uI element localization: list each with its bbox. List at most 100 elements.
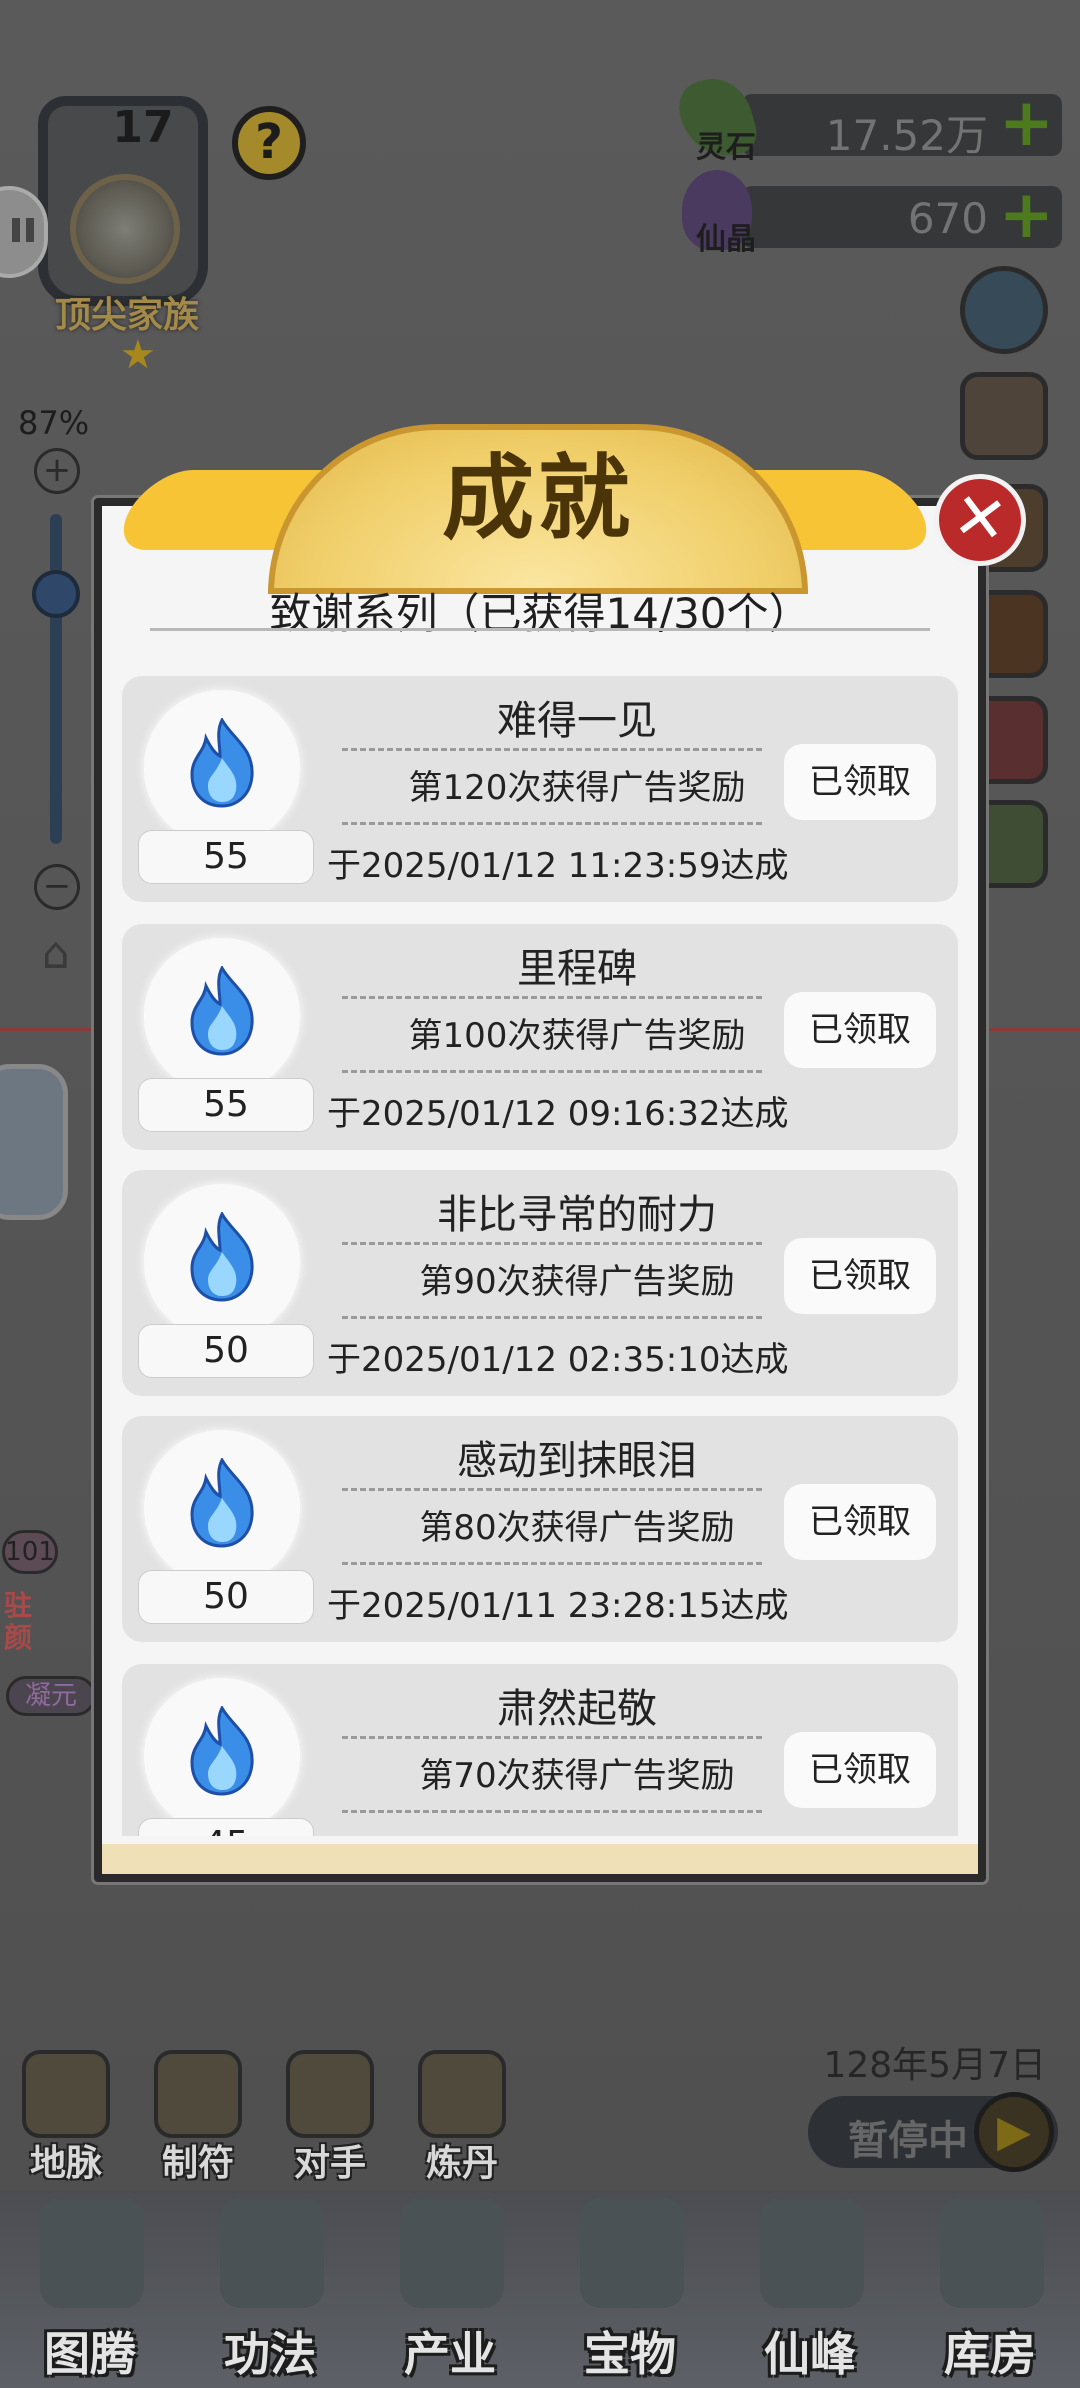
currency-label: 灵石 — [696, 130, 756, 165]
claimed-button[interactable]: 已领取 — [784, 1732, 936, 1808]
nav-label: 仙峰 — [764, 2327, 856, 2381]
treasure-icon — [580, 2198, 684, 2308]
divider — [342, 1488, 762, 1491]
currency-label: 仙晶 — [696, 222, 756, 257]
pause-control[interactable]: 暂停中 ▶ — [808, 2092, 1058, 2172]
achievement-card: 50 非比寻常的耐力 第90次获得广告奖励 于2025/01/12 02:35:… — [122, 1170, 958, 1396]
tool-bar: 地脉 制符 对手 炼丹 — [14, 2050, 514, 2184]
reward-quantity: 55 — [138, 1078, 314, 1132]
dialog-footer-band — [102, 1844, 978, 1874]
nav-skills[interactable]: 功法 — [180, 2190, 360, 2388]
achievement-card: 55 难得一见 第120次获得广告奖励 于2025/01/12 11:23:59… — [122, 676, 958, 902]
divider — [342, 1562, 762, 1565]
nav-storehouse[interactable]: 库房 — [900, 2190, 1080, 2388]
claimed-button[interactable]: 已领取 — [784, 744, 936, 820]
claimed-button[interactable]: 已领取 — [784, 992, 936, 1068]
totem-icon — [40, 2198, 144, 2308]
achieved-time: 于2025/01/12 09:16:32达成 — [327, 1094, 789, 1134]
achievement-list[interactable]: 55 难得一见 第120次获得广告奖励 于2025/01/12 11:23:59… — [122, 676, 958, 1836]
series-subtitle: 致谢系列（已获得14/30个） — [269, 589, 811, 638]
divider — [342, 996, 762, 999]
tool-talisman[interactable]: 制符 — [146, 2050, 250, 2184]
help-icon[interactable]: ? — [232, 106, 306, 180]
achievement-name: 非比寻常的耐力 — [437, 1192, 717, 1238]
reward-quantity: 55 — [138, 830, 314, 884]
achievement-card: 45 肃然起敬 第70次获得广告奖励 已领取 — [122, 1664, 958, 1836]
currency-value: 17.52万 — [825, 111, 988, 160]
character-status: 驻颜 — [4, 1589, 33, 1654]
blue-flame-icon — [190, 1458, 254, 1548]
blue-flame-icon — [190, 966, 254, 1056]
peak-icon — [760, 2198, 864, 2308]
achievement-description: 第90次获得广告奖励 — [419, 1262, 735, 1302]
add-currency-icon[interactable]: + — [999, 90, 1054, 156]
family-badge[interactable]: 17 顶尖家族 ★ — [18, 96, 233, 378]
add-currency-icon[interactable]: + — [999, 182, 1054, 248]
locate-icon[interactable]: ⌂ — [28, 928, 84, 984]
achievement-name: 难得一见 — [497, 698, 657, 744]
pause-label: 暂停中 — [848, 2118, 968, 2164]
nav-label: 宝物 — [584, 2327, 676, 2381]
opponent-icon — [286, 2050, 374, 2138]
industry-icon — [400, 2198, 504, 2308]
divider — [342, 1810, 762, 1813]
nav-label: 库房 — [944, 2327, 1036, 2381]
achievement-description: 第120次获得广告奖励 — [408, 768, 746, 808]
earth-vein-icon — [22, 2050, 110, 2138]
character-panel[interactable]: 101 驻颜 凝元 — [0, 1500, 100, 1730]
reward-quantity: 50 — [138, 1570, 314, 1624]
game-date: 128年5月7日 — [823, 2045, 1046, 2086]
tool-label: 制符 — [161, 2143, 234, 2184]
zoom-out-icon[interactable]: − — [34, 864, 80, 910]
dialog-title: 成就 — [441, 445, 634, 552]
zoom-slider-track[interactable] — [50, 514, 62, 844]
nav-totem[interactable]: 图腾 — [0, 2190, 180, 2388]
currency-value: 670 — [907, 194, 988, 243]
blue-flame-icon — [190, 1212, 254, 1302]
play-icon[interactable]: ▶ — [974, 2092, 1054, 2172]
reward-quantity: 50 — [138, 1324, 314, 1378]
divider — [342, 1070, 762, 1073]
reward-quantity: 45 — [138, 1818, 314, 1836]
achievement-name: 感动到抹眼泪 — [457, 1438, 697, 1484]
family-level: 17 — [112, 102, 174, 153]
zoom-slider-thumb[interactable] — [32, 570, 80, 618]
tool-opponent[interactable]: 对手 — [278, 2050, 382, 2184]
character-portrait[interactable] — [0, 1064, 68, 1220]
achieved-time: 于2025/01/12 11:23:59达成 — [327, 846, 789, 886]
character-level: 101 — [2, 1530, 58, 1574]
nav-treasure[interactable]: 宝物 — [540, 2190, 720, 2388]
achievement-description: 第70次获得广告奖励 — [419, 1756, 735, 1796]
claimed-button[interactable]: 已领取 — [784, 1484, 936, 1560]
tool-label: 炼丹 — [425, 2143, 498, 2184]
achievement-card: 55 里程碑 第100次获得广告奖励 于2025/01/12 09:16:32达… — [122, 924, 958, 1150]
claimed-button[interactable]: 已领取 — [784, 1238, 936, 1314]
zoom-level: 87% — [18, 404, 90, 442]
tool-alchemy[interactable]: 炼丹 — [410, 2050, 514, 2184]
achieved-time: 于2025/01/11 23:28:15达成 — [327, 1586, 789, 1626]
tool-earth-vein[interactable]: 地脉 — [14, 2050, 118, 2184]
blue-flame-icon — [190, 1706, 254, 1796]
settings-gear-icon[interactable] — [960, 266, 1048, 354]
achieved-time: 于2025/01/12 02:35:10达成 — [327, 1340, 789, 1380]
skills-icon — [220, 2198, 324, 2308]
storehouse-icon — [940, 2198, 1044, 2308]
subtitle-divider — [150, 628, 930, 631]
tool-label: 地脉 — [29, 2143, 102, 2184]
alchemy-furnace-icon — [418, 2050, 506, 2138]
nav-label: 图腾 — [44, 2327, 136, 2381]
zoom-in-icon[interactable]: + — [34, 448, 80, 494]
character-realm-tag: 凝元 — [6, 1676, 96, 1716]
currency-immortal-crystal: 仙晶 670 + — [682, 170, 1062, 257]
divider — [342, 1316, 762, 1319]
achievement-card: 50 感动到抹眼泪 第80次获得广告奖励 于2025/01/11 23:28:1… — [122, 1416, 958, 1642]
divider — [342, 822, 762, 825]
nav-peak[interactable]: 仙峰 — [720, 2190, 900, 2388]
nav-industry[interactable]: 产业 — [360, 2190, 540, 2388]
divider — [342, 1242, 762, 1245]
bottom-nav: 图腾 功法 产业 宝物 仙峰 库房 — [0, 2190, 1080, 2388]
family-name: 顶尖家族 — [54, 295, 199, 336]
scroll-icon[interactable] — [960, 372, 1048, 460]
divider — [342, 1736, 762, 1739]
achievement-name: 里程碑 — [517, 946, 637, 992]
